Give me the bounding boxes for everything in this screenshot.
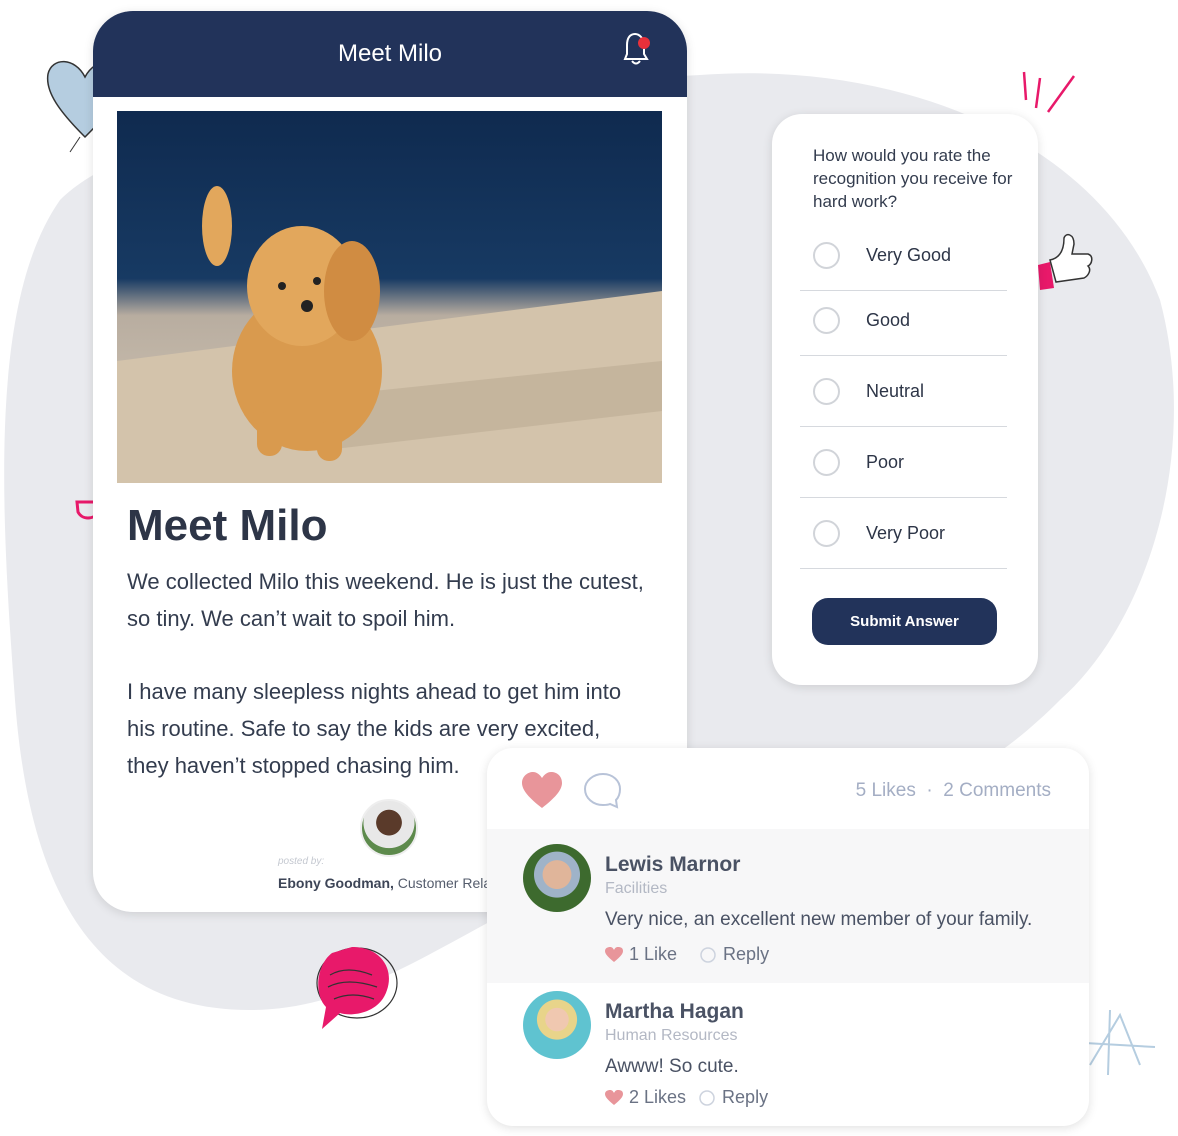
like-heart-icon[interactable] bbox=[521, 772, 563, 810]
option-label: Very Poor bbox=[866, 522, 946, 543]
poster-name[interactable]: Ebony Goodman, bbox=[278, 875, 394, 891]
submit-answer-button[interactable]: Submit Answer bbox=[812, 598, 997, 645]
engagement-stats: 5 Likes · 2 Comments bbox=[856, 780, 1051, 802]
reply-icon[interactable] bbox=[699, 946, 717, 964]
survey-option-poor[interactable]: Poor bbox=[800, 427, 1007, 498]
comment-actions: 1 Like Reply bbox=[605, 944, 769, 965]
sparkle-doodle-icon bbox=[1022, 71, 1076, 113]
reply-icon[interactable] bbox=[698, 1089, 716, 1107]
radio-button[interactable] bbox=[813, 448, 840, 476]
survey-card: How would you rate the recognition you r… bbox=[772, 114, 1038, 685]
notification-bell-icon[interactable] bbox=[617, 29, 657, 69]
comment-item: Lewis Marnor Facilities Very nice, an ex… bbox=[487, 829, 1089, 983]
heart-icon[interactable] bbox=[605, 946, 623, 963]
comment-like-count[interactable]: 1 Like bbox=[629, 944, 677, 965]
poster-avatar[interactable] bbox=[360, 799, 418, 857]
post-header: Meet Milo bbox=[93, 11, 687, 97]
puppy-illustration bbox=[117, 186, 662, 483]
option-label: Very Good bbox=[866, 244, 952, 265]
engagement-card: 5 Likes · 2 Comments Lewis Marnor Facili… bbox=[487, 748, 1089, 1126]
star-doodle-icon bbox=[1084, 1009, 1156, 1076]
chat-bubble-doodle-icon bbox=[316, 947, 398, 1029]
reply-button[interactable]: Reply bbox=[723, 944, 769, 965]
survey-option-very-poor[interactable]: Very Poor bbox=[800, 498, 1007, 569]
heart-icon[interactable] bbox=[605, 1089, 623, 1106]
posted-by-label: posted by: bbox=[278, 856, 325, 867]
option-label: Good bbox=[866, 309, 911, 330]
survey-question: How would you rate the recognition you r… bbox=[813, 146, 1013, 211]
radio-button[interactable] bbox=[813, 377, 840, 405]
radio-button[interactable] bbox=[813, 241, 840, 269]
commenter-name[interactable]: Lewis Marnor bbox=[605, 853, 740, 877]
radio-button[interactable] bbox=[813, 519, 840, 547]
post-paragraph-1: We collected Milo this weekend. He is ju… bbox=[127, 569, 644, 631]
commenter-dept: Facilities bbox=[605, 880, 668, 897]
commenter-avatar[interactable] bbox=[523, 991, 591, 1059]
comment-bubble-icon[interactable] bbox=[583, 772, 623, 810]
comment-like-count[interactable]: 2 Likes bbox=[629, 1087, 686, 1108]
survey-option-very-good[interactable]: Very Good bbox=[800, 220, 1007, 291]
reply-button[interactable]: Reply bbox=[722, 1087, 768, 1108]
option-label: Neutral bbox=[866, 380, 925, 401]
option-label: Poor bbox=[866, 451, 905, 472]
commenter-avatar[interactable] bbox=[523, 844, 591, 912]
puppy-photo bbox=[117, 111, 662, 483]
poster-info: Ebony Goodman, Customer Relati bbox=[278, 875, 498, 891]
survey-option-neutral[interactable]: Neutral bbox=[800, 356, 1007, 427]
poster-role: Customer Relati bbox=[397, 875, 499, 891]
radio-button[interactable] bbox=[813, 306, 840, 334]
comment-text: Very nice, an excellent new member of yo… bbox=[605, 909, 1033, 930]
post-header-title: Meet Milo bbox=[337, 40, 443, 67]
comment-item: Martha Hagan Human Resources Awww! So cu… bbox=[487, 976, 1089, 1126]
post-title: Meet Milo bbox=[127, 501, 328, 550]
thumbs-up-doodle-icon bbox=[1038, 233, 1093, 290]
commenter-name[interactable]: Martha Hagan bbox=[605, 1000, 744, 1024]
comment-text: Awww! So cute. bbox=[605, 1056, 739, 1077]
separator: · bbox=[926, 780, 933, 801]
likes-count[interactable]: 5 Likes bbox=[856, 780, 916, 801]
comment-actions: 2 Likes Reply bbox=[605, 1087, 768, 1108]
survey-option-good[interactable]: Good bbox=[800, 285, 1007, 356]
commenter-dept: Human Resources bbox=[605, 1027, 738, 1044]
comments-count[interactable]: 2 Comments bbox=[943, 780, 1051, 801]
